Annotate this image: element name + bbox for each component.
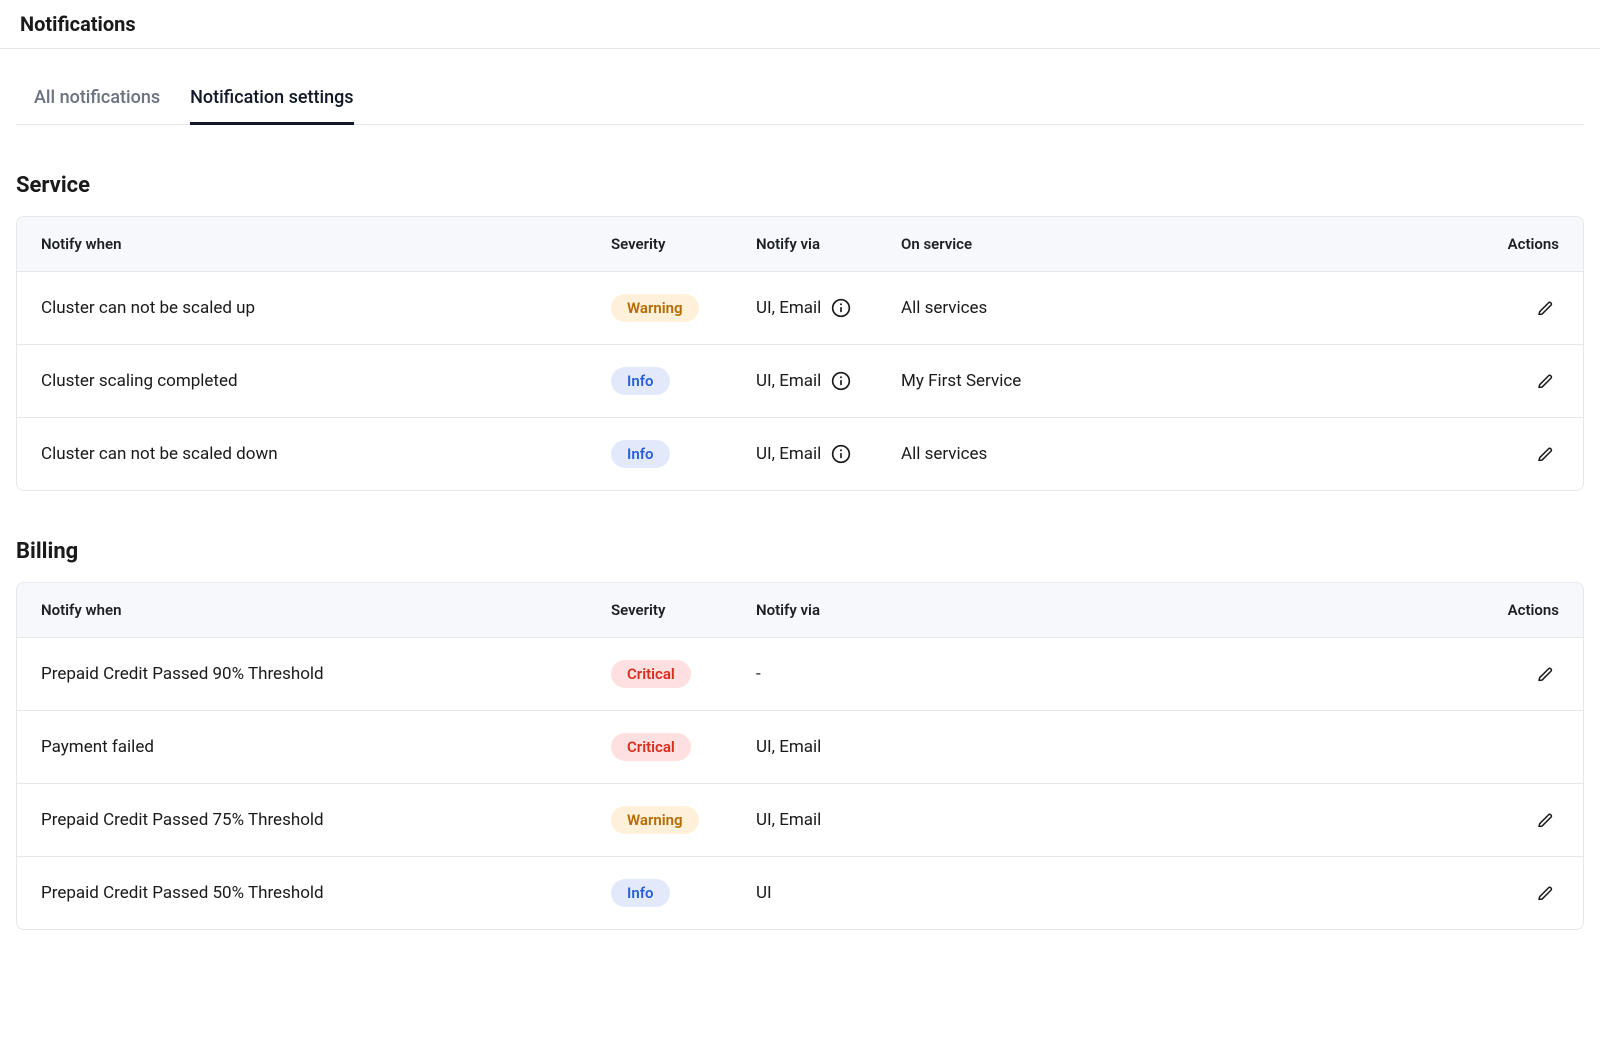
col-header-severity: Severity bbox=[611, 235, 756, 253]
severity-badge: Info bbox=[611, 440, 670, 468]
col-header-via: Notify via bbox=[756, 235, 901, 253]
tab-all-notifications[interactable]: All notifications bbox=[34, 75, 160, 124]
col-header-when: Notify when bbox=[41, 235, 611, 253]
table-row: Cluster can not be scaled downInfo UI, Em… bbox=[17, 418, 1583, 490]
severity-badge: Warning bbox=[611, 294, 699, 322]
cell-severity: Critical bbox=[611, 733, 756, 761]
section-title-service: Service bbox=[16, 173, 1584, 198]
col-header-actions: Actions bbox=[1479, 235, 1559, 253]
edit-button[interactable] bbox=[1531, 806, 1559, 834]
cell-severity: Info bbox=[611, 440, 756, 468]
severity-badge: Info bbox=[611, 367, 670, 395]
table-row: Cluster can not be scaled upWarning UI, E… bbox=[17, 272, 1583, 345]
table-row: Prepaid Credit Passed 90% ThresholdCriti… bbox=[17, 638, 1583, 711]
col-header-when: Notify when bbox=[41, 601, 611, 619]
cell-via: UI bbox=[756, 883, 1479, 903]
cell-via: UI, Email bbox=[756, 371, 901, 391]
cell-via: - bbox=[756, 664, 1479, 684]
cell-severity: Info bbox=[611, 879, 756, 907]
cell-via: UI, Email bbox=[756, 298, 901, 318]
col-header-actions: Actions bbox=[1479, 601, 1559, 619]
cell-when: Cluster scaling completed bbox=[41, 371, 611, 391]
cell-via: UI, Email bbox=[756, 444, 901, 464]
info-icon[interactable] bbox=[831, 298, 851, 318]
edit-button[interactable] bbox=[1531, 879, 1559, 907]
severity-badge: Critical bbox=[611, 660, 691, 688]
page-title: Notifications bbox=[0, 0, 1600, 48]
cell-on-service: My First Service bbox=[901, 371, 1479, 391]
severity-badge: Warning bbox=[611, 806, 699, 834]
table-row: Cluster scaling completedInfo UI, Email My… bbox=[17, 345, 1583, 418]
cell-on-service: All services bbox=[901, 444, 1479, 464]
edit-button[interactable] bbox=[1531, 440, 1559, 468]
cell-via: UI, Email bbox=[756, 737, 1479, 757]
cell-severity: Info bbox=[611, 367, 756, 395]
table-row: Payment failedCritical UI, Email bbox=[17, 711, 1583, 784]
cell-when: Cluster can not be scaled down bbox=[41, 444, 611, 464]
cell-when: Prepaid Credit Passed 50% Threshold bbox=[41, 883, 611, 903]
info-icon[interactable] bbox=[831, 371, 851, 391]
cell-severity: Warning bbox=[611, 806, 756, 834]
via-text: UI, Email bbox=[756, 298, 821, 318]
edit-button[interactable] bbox=[1531, 660, 1559, 688]
table-row: Prepaid Credit Passed 75% ThresholdWarni… bbox=[17, 784, 1583, 857]
cell-actions bbox=[1479, 879, 1559, 907]
table-row: Prepaid Credit Passed 50% ThresholdInfo U… bbox=[17, 857, 1583, 929]
cell-actions bbox=[1479, 660, 1559, 688]
cell-when: Prepaid Credit Passed 90% Threshold bbox=[41, 664, 611, 684]
cell-when: Cluster can not be scaled up bbox=[41, 298, 611, 318]
cell-on-service: All services bbox=[901, 298, 1479, 318]
via-text: UI, Email bbox=[756, 444, 821, 464]
cell-actions bbox=[1479, 367, 1559, 395]
tabs: All notifications Notification settings bbox=[16, 75, 1584, 125]
via-text: UI, Email bbox=[756, 371, 821, 391]
cell-severity: Critical bbox=[611, 660, 756, 688]
cell-via: UI, Email bbox=[756, 810, 1479, 830]
col-header-via: Notify via bbox=[756, 601, 1479, 619]
billing-table: Notify when Severity Notify via Actions … bbox=[16, 582, 1584, 930]
tab-notification-settings[interactable]: Notification settings bbox=[190, 75, 353, 125]
section-title-billing: Billing bbox=[16, 539, 1584, 564]
edit-button[interactable] bbox=[1531, 367, 1559, 395]
cell-when: Payment failed bbox=[41, 737, 611, 757]
edit-button[interactable] bbox=[1531, 294, 1559, 322]
info-icon[interactable] bbox=[831, 444, 851, 464]
cell-actions bbox=[1479, 440, 1559, 468]
col-header-severity: Severity bbox=[611, 601, 756, 619]
cell-actions bbox=[1479, 806, 1559, 834]
service-table: Notify when Severity Notify via On servi… bbox=[16, 216, 1584, 491]
severity-badge: Info bbox=[611, 879, 670, 907]
cell-actions bbox=[1479, 294, 1559, 322]
table-header: Notify when Severity Notify via On servi… bbox=[17, 217, 1583, 272]
top-divider bbox=[0, 48, 1600, 49]
col-header-on-service: On service bbox=[901, 235, 1479, 253]
cell-severity: Warning bbox=[611, 294, 756, 322]
severity-badge: Critical bbox=[611, 733, 691, 761]
table-header: Notify when Severity Notify via Actions bbox=[17, 583, 1583, 638]
cell-when: Prepaid Credit Passed 75% Threshold bbox=[41, 810, 611, 830]
